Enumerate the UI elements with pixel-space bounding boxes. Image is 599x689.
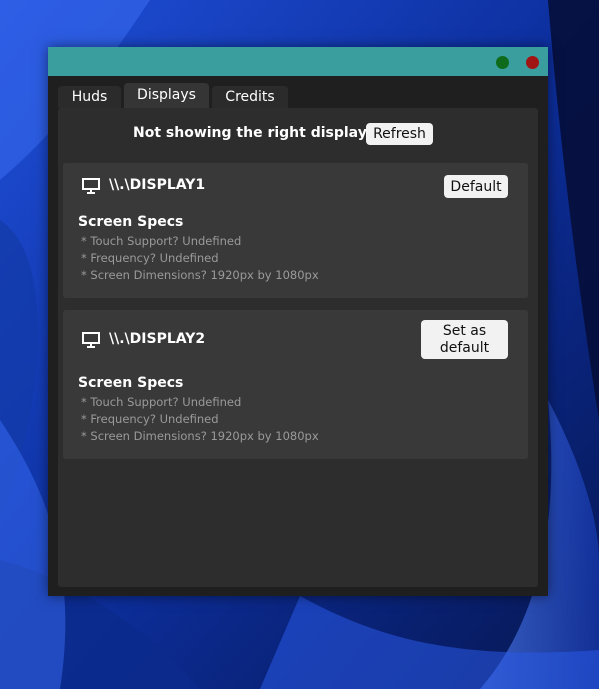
set-as-default-label-line2: default [439,339,490,356]
display-name: \\.\DISPLAY2 [109,331,206,347]
specs-title: Screen Specs [78,214,184,230]
title-bar[interactable] [48,47,548,76]
set-as-default-label-line1: Set as [442,322,487,339]
tab-credits[interactable]: Credits [212,86,288,108]
spec-list: * Touch Support? Undefined * Frequency? … [81,394,319,445]
display-card: \\.\DISPLAY2 Set as default Screen Specs … [63,310,528,459]
close-button[interactable] [526,56,539,69]
displays-panel: Not showing the right displays? Refresh … [58,108,538,587]
monitor-icon [82,332,100,348]
refresh-notice: Not showing the right displays? Refresh [58,122,538,146]
display-card: \\.\DISPLAY1 Default Screen Specs * Touc… [63,163,528,298]
minimize-button[interactable] [496,56,509,69]
spec-screen-dimensions: * Screen Dimensions? 1920px by 1080px [81,429,319,443]
set-as-default-button[interactable]: Set as default [421,320,508,359]
refresh-button[interactable]: Refresh [366,123,433,145]
default-button[interactable]: Default [444,175,508,198]
display-name: \\.\DISPLAY1 [109,177,206,193]
spec-list: * Touch Support? Undefined * Frequency? … [81,233,319,284]
spec-touch-support: * Touch Support? Undefined [81,234,242,248]
spec-frequency: * Frequency? Undefined [81,412,219,426]
app-window: Huds Displays Credits Not showing the ri… [48,47,548,596]
specs-title: Screen Specs [78,375,184,391]
spec-frequency: * Frequency? Undefined [81,251,219,265]
tab-displays[interactable]: Displays [124,83,209,108]
monitor-icon [82,178,100,194]
spec-touch-support: * Touch Support? Undefined [81,395,242,409]
tab-huds[interactable]: Huds [58,86,121,108]
notice-text: Not showing the right displays? [133,125,384,141]
spec-screen-dimensions: * Screen Dimensions? 1920px by 1080px [81,268,319,282]
